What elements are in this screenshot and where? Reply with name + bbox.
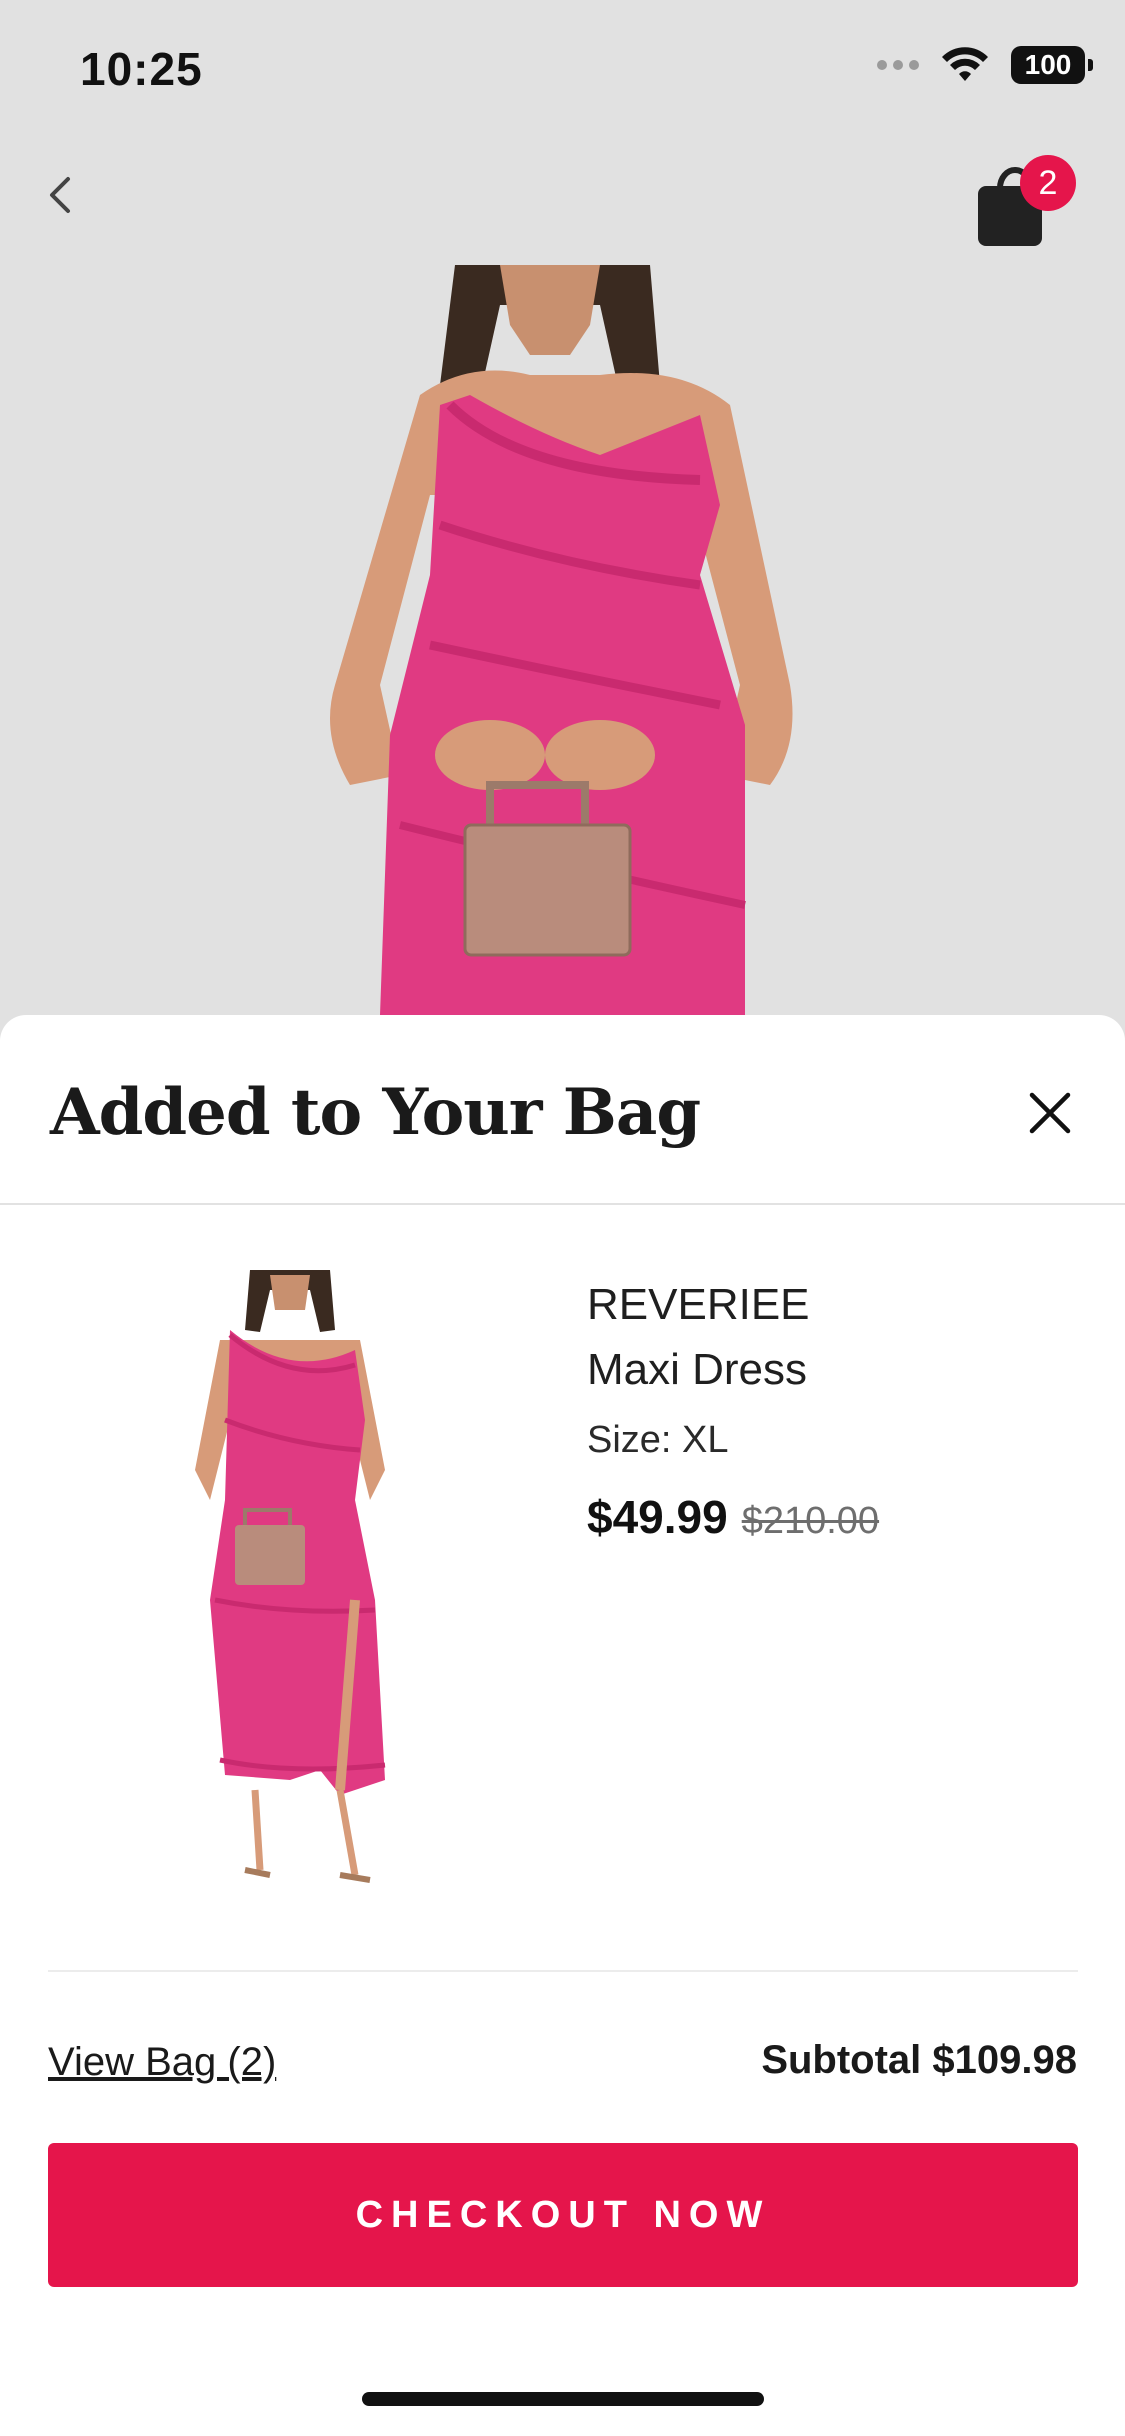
sale-price: $49.99 [587, 1491, 728, 1543]
divider [48, 1970, 1078, 1972]
status-icons: 100 [877, 46, 1093, 84]
view-bag-link[interactable]: View Bag (2) [48, 2040, 276, 2085]
signal-dots-icon [877, 60, 919, 70]
divider [0, 1203, 1125, 1205]
battery-indicator: 100 [1011, 46, 1093, 84]
status-time: 10:25 [80, 43, 203, 95]
close-icon [1029, 1092, 1071, 1134]
wifi-icon [942, 47, 988, 81]
hero-product-image [0, 265, 1125, 1015]
product-name: Maxi Dress [587, 1345, 808, 1394]
close-button[interactable] [1020, 1083, 1080, 1143]
subtotal: Subtotal $109.98 [761, 2038, 1077, 2082]
bag-count-badge: 2 [1020, 155, 1076, 211]
original-price: $210.00 [741, 1500, 880, 1542]
chevron-left-icon [50, 177, 70, 213]
back-button[interactable] [40, 165, 80, 225]
product-brand: REVERIEE [587, 1280, 810, 1329]
price-row: $49.99 $210.00 [587, 1490, 879, 1544]
product-size: Size: XL [587, 1419, 729, 1461]
status-bar: 10:25 100 [0, 0, 1125, 130]
home-indicator [362, 2392, 764, 2406]
product-thumbnail[interactable] [170, 1270, 440, 1905]
checkout-now-button[interactable]: CHECKOUT NOW [48, 2143, 1078, 2287]
sheet-title: Added to Your Bag [50, 1075, 701, 1150]
